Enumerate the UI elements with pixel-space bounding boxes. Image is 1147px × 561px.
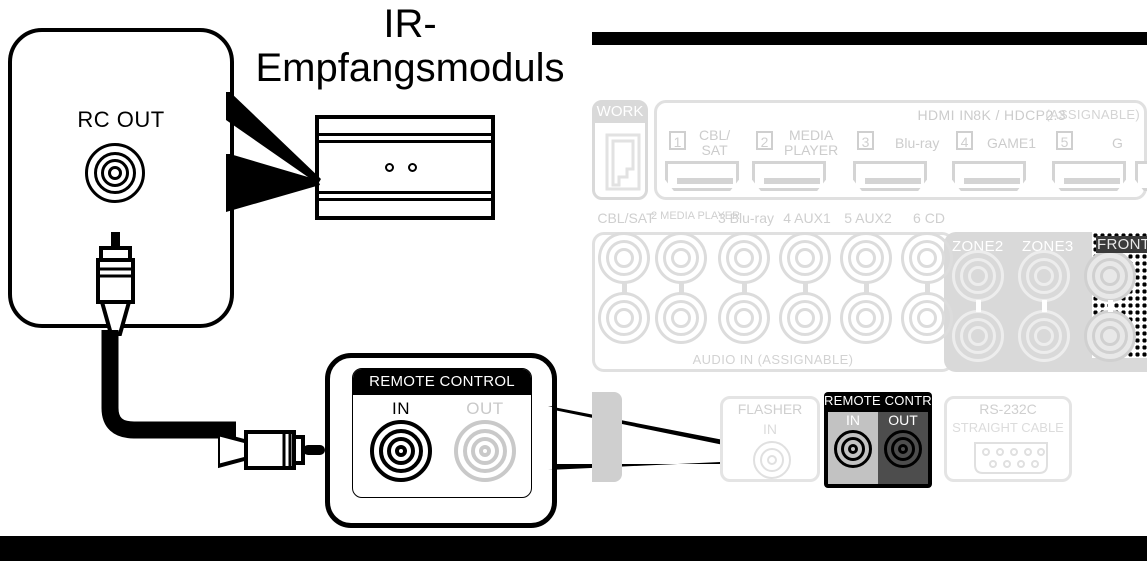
hdmi-port-label: CBL/ SAT (699, 127, 731, 158)
module-band-top (319, 133, 491, 136)
remote-control-group-highlighted[interactable]: REMOTE CONTROL IN OUT (824, 392, 932, 488)
callout-jack-in-label: IN (392, 399, 410, 418)
rca-plug-vertical-icon (96, 232, 135, 336)
jack-divider (1042, 300, 1047, 312)
rc-out-jack-icon (85, 143, 145, 203)
page-bottom-bar (0, 536, 1147, 561)
callout-jack-out-label: OUT (466, 399, 504, 418)
network-group: WORK (592, 100, 648, 200)
jack-divider (803, 282, 808, 294)
audio-in-jack-row: CBL/SAT 2 MEDIA PLAYER 3 Blu-ray 4 AUX1 5 AU… (592, 208, 992, 358)
audio-channel-label: 5 AUX2 (844, 210, 892, 226)
hdmi-port[interactable] (665, 161, 739, 191)
hdmi-port-label: MEDIA PLAYER (784, 127, 839, 158)
zone-rca-jack[interactable] (952, 310, 1004, 362)
module-band-top2 (319, 140, 491, 143)
zone-rca-jack[interactable] (1018, 310, 1070, 362)
jack-divider (622, 282, 627, 294)
jack-divider (976, 300, 981, 312)
jack-divider (742, 282, 747, 294)
zone-rca-jack[interactable] (952, 250, 1004, 302)
rca-jack-icon (454, 420, 516, 482)
page-title: IR- Empfangsmoduls (232, 2, 588, 90)
hdmi-port-number: 3 (857, 131, 874, 150)
module-band-bottom2 (319, 198, 491, 201)
hdmi-port-label: Blu-ray (895, 135, 940, 151)
audio-channel-label: 3 Blu-ray (717, 210, 775, 226)
page-title-line1: IR- (383, 2, 437, 46)
hdmi-port-number: 1 (669, 131, 686, 150)
hdmi-port[interactable] (752, 161, 826, 191)
network-label: WORK (595, 101, 645, 123)
hdmi-assignable: (ASSIGNABLE) (1045, 107, 1140, 122)
rs232c-group: RS-232C STRAIGHT CABLE (944, 396, 1072, 482)
remote-control-in-jack[interactable] (834, 430, 872, 468)
hdmi-port[interactable] (853, 161, 927, 191)
lan-jack-icon (605, 133, 641, 191)
remote-control-title: REMOTE CONTROL (824, 393, 932, 408)
panel-top-bar (592, 32, 1147, 45)
front-rca-jack[interactable] (1084, 310, 1136, 362)
ir-sensor-icon (408, 163, 417, 172)
remote-control-out-label: OUT (888, 412, 918, 428)
audio-rca-jack[interactable] (598, 232, 650, 284)
callout-jack-in: IN (361, 399, 441, 482)
hdmi-port-label: G (1112, 135, 1123, 151)
rca-plug-horizontal-icon (218, 430, 325, 470)
dsub9-connector-icon[interactable] (971, 439, 1051, 479)
ir-sensor-icon (385, 163, 394, 172)
remote-control-out-jack[interactable] (884, 430, 922, 468)
front-label: FRONT C (1096, 236, 1147, 253)
remote-control-in-label: IN (846, 412, 860, 428)
rs232c-subtitle: STRAIGHT CABLE (952, 420, 1064, 435)
jack-divider (1108, 300, 1113, 312)
audio-channel-label: 4 AUX1 (783, 210, 831, 226)
hdmi-port[interactable] (1052, 161, 1126, 191)
module-band-bottom (319, 191, 491, 194)
remote-control-out-cell[interactable]: OUT (878, 412, 928, 484)
audio-rca-jack[interactable] (840, 292, 892, 344)
audio-rca-jack[interactable] (655, 292, 707, 344)
callout-title: REMOTE CONTROL (353, 369, 531, 395)
hdmi-port-number: 5 (1056, 131, 1073, 150)
hdmi-group: HDMI IN 8K / HDCP2.3 (ASSIGNABLE) 1 CBL/… (654, 100, 1147, 200)
jack-divider (864, 282, 869, 294)
callout-jack-out: OUT (445, 399, 525, 482)
front-rca-jack[interactable] (1084, 250, 1136, 302)
audio-rca-jack[interactable] (655, 232, 707, 284)
ir-receiver-module (315, 115, 495, 220)
zone-rca-jack[interactable] (1018, 250, 1070, 302)
rca-jack-icon (370, 420, 432, 482)
hdmi-port-number: 4 (956, 131, 973, 150)
audio-channel-label: 2 MEDIA PLAYER (651, 210, 741, 222)
jack-divider (925, 282, 930, 294)
audio-rca-jack[interactable] (779, 292, 831, 344)
audio-rca-jack[interactable] (718, 292, 770, 344)
audio-channel-label: 6 CD (913, 210, 945, 226)
hdmi-port-label: GAME1 (987, 135, 1037, 151)
flasher-title: FLASHER (737, 401, 803, 417)
audio-rca-jack[interactable] (598, 292, 650, 344)
audio-rca-jack[interactable] (779, 232, 831, 284)
page-title-line2: Empfangsmoduls (255, 46, 565, 90)
callout-panel: REMOTE CONTROL IN OUT (352, 368, 532, 498)
remote-control-in-cell[interactable]: IN (828, 412, 878, 484)
audio-channel-label: CBL/SAT (597, 210, 655, 226)
hdmi-port[interactable] (1135, 161, 1147, 191)
leader-lines-ir-module (226, 92, 321, 212)
audio-rca-jack[interactable] (718, 232, 770, 284)
hdmi-title: HDMI IN (917, 107, 974, 123)
panel-left-stub (592, 392, 622, 482)
flasher-in-jack[interactable] (753, 441, 791, 479)
hdmi-port-number: 2 (756, 131, 773, 150)
rs232c-title: RS-232C (979, 401, 1037, 417)
jack-divider (679, 282, 684, 294)
audio-rca-jack[interactable] (840, 232, 892, 284)
flasher-jack-label: IN (763, 421, 777, 437)
hdmi-port[interactable] (952, 161, 1026, 191)
flasher-group: FLASHER IN (720, 396, 820, 482)
